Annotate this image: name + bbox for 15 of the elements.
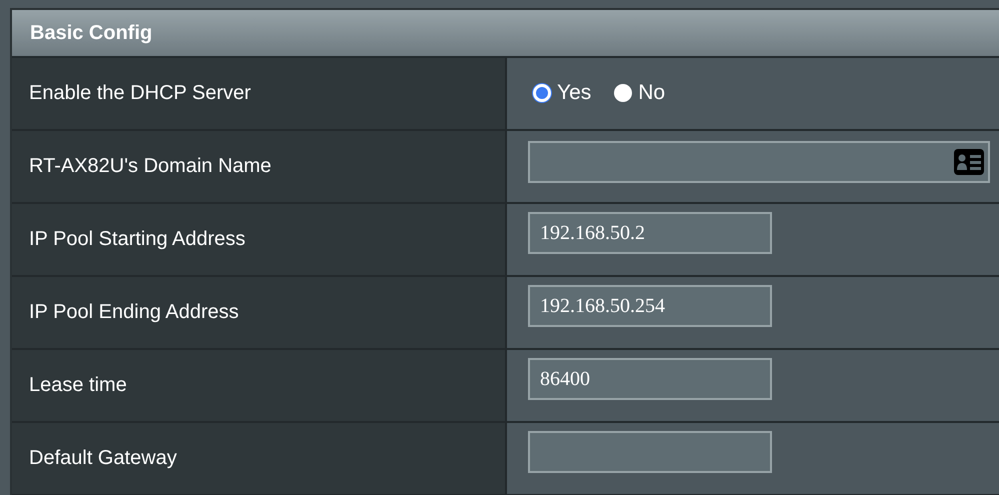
setting-label: Default Gateway (12, 423, 507, 494)
input-field[interactable]: 192.168.50.2 (528, 212, 772, 254)
section-header: Basic Config (12, 10, 999, 58)
setting-label: Enable the DHCP Server (12, 58, 507, 129)
input-field[interactable] (528, 431, 772, 473)
radio-option[interactable]: No (614, 81, 666, 105)
setting-label: IP Pool Starting Address (12, 204, 507, 275)
input-field[interactable]: 192.168.50.254 (528, 285, 772, 327)
setting-label: RT-AX82U's Domain Name (12, 131, 507, 202)
radio-option[interactable]: Yes (533, 81, 592, 105)
input-field[interactable]: 86400 (528, 358, 772, 400)
setting-label: IP Pool Ending Address (12, 277, 507, 348)
contact-card-icon[interactable] (954, 149, 984, 175)
input-field[interactable] (528, 141, 990, 183)
setting-label: Lease time (12, 350, 507, 421)
